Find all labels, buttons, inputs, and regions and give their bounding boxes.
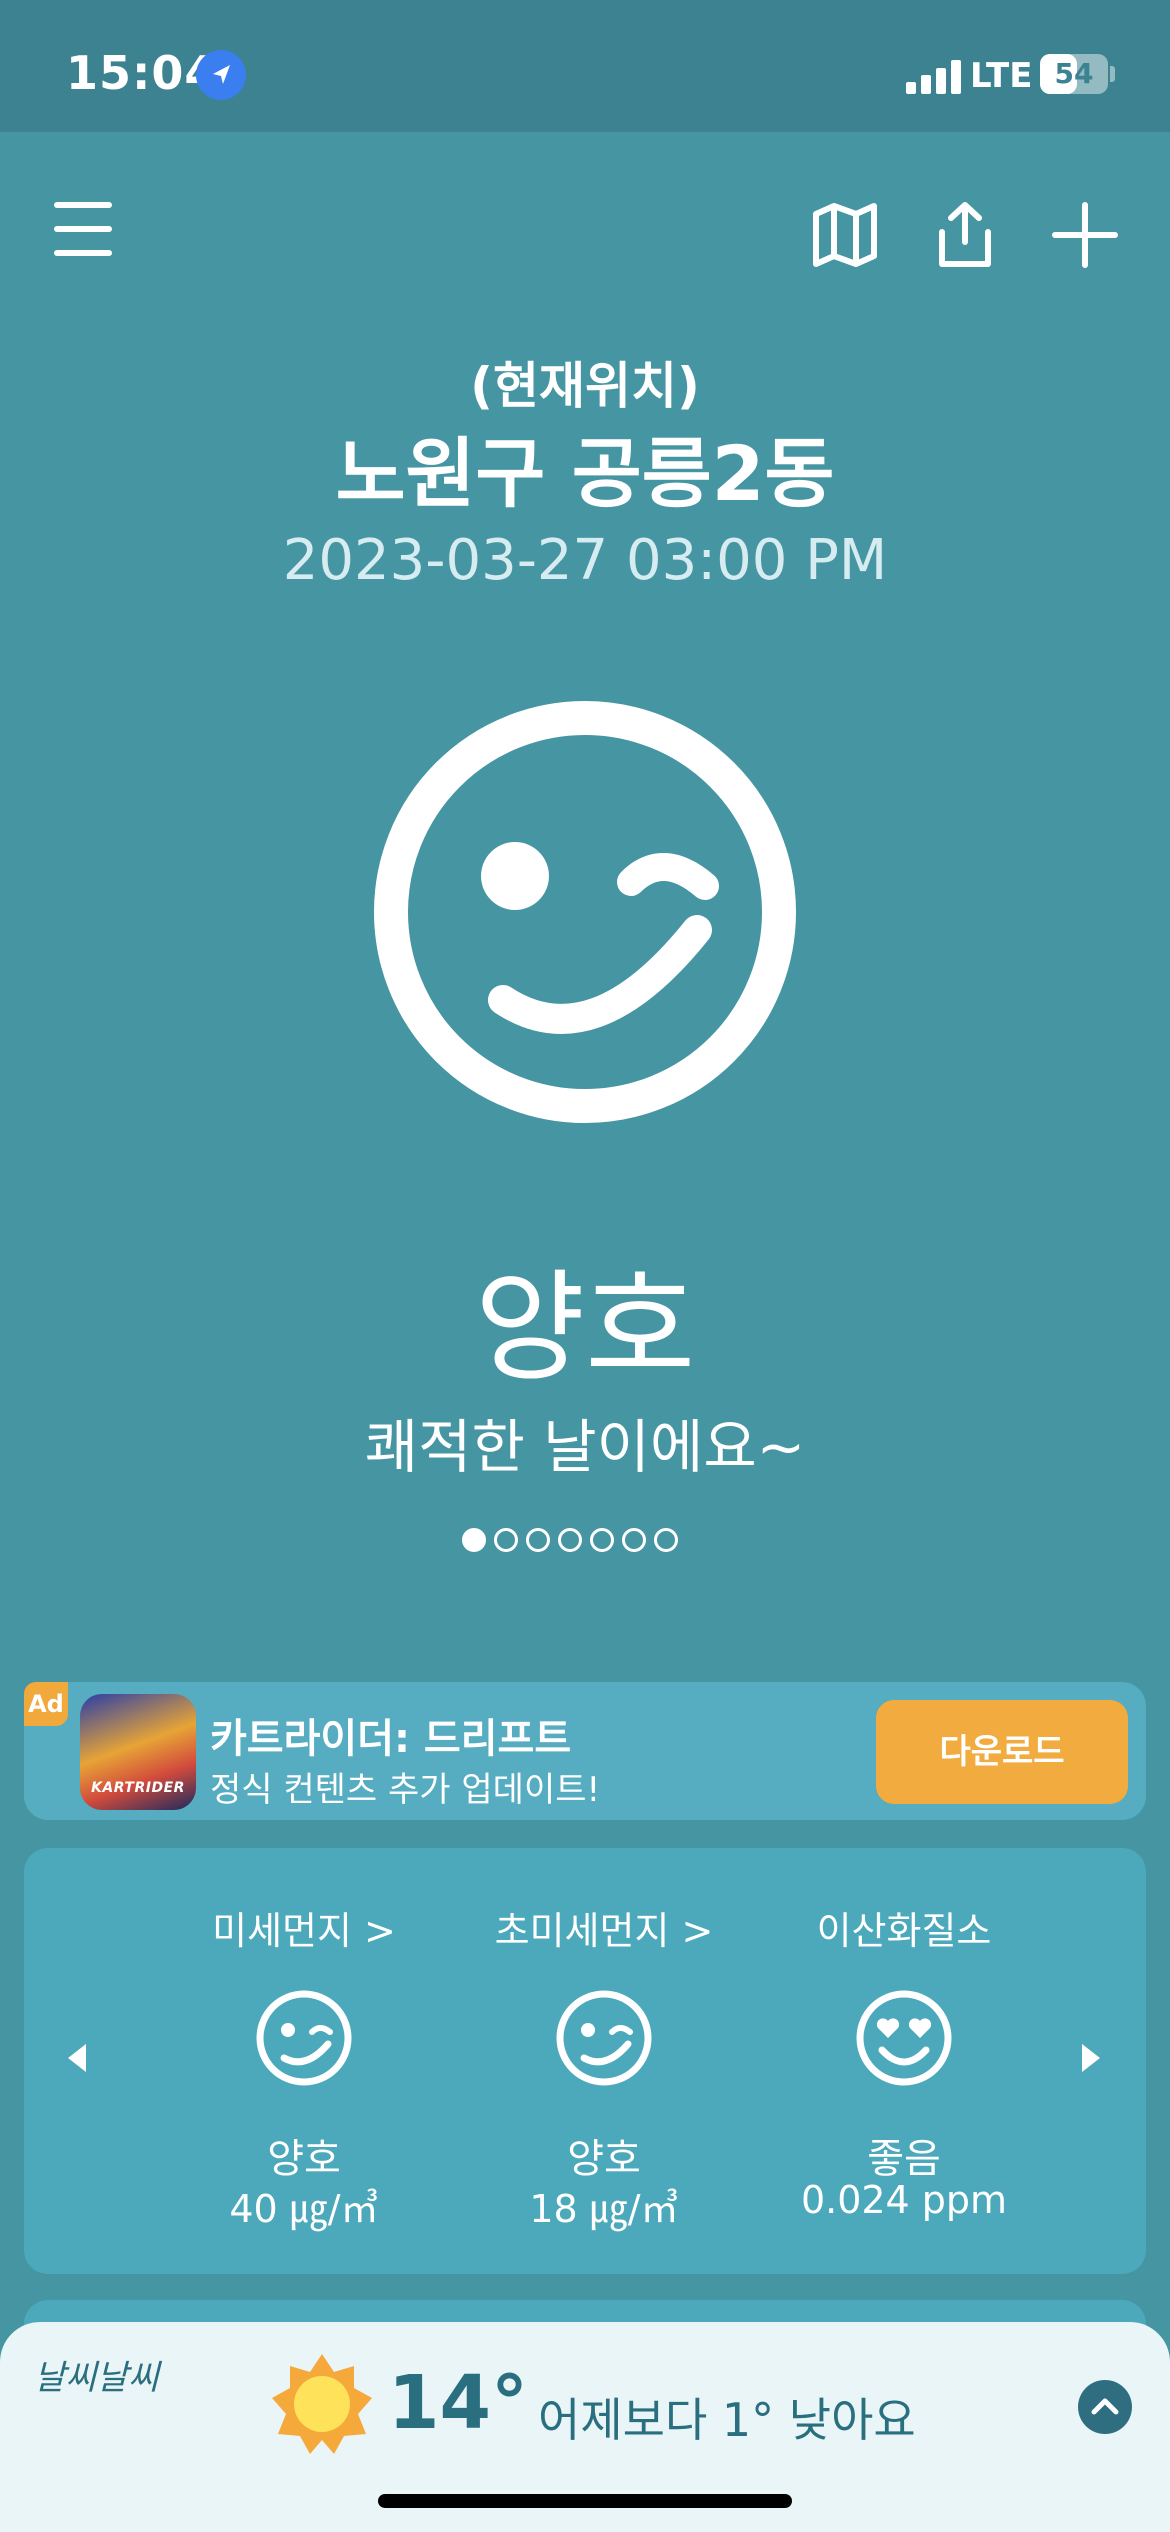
location-arrow-icon [196,50,246,100]
wink-face-icon [256,1990,352,2086]
page-indicator[interactable] [462,1528,678,1558]
cellular-signal-icon [906,60,961,94]
page-dot[interactable] [622,1528,646,1552]
air-quality-card: 미세먼지 > 양호 40 ㎍/㎥ 초미세먼지 > 양호 18 ㎍/㎥ 이산화질소… [24,1848,1146,2274]
ad-badge: Ad [24,1682,68,1726]
ad-thumb-logo: KARTRIDER [91,1780,185,1796]
ad-app-icon: KARTRIDER [80,1694,196,1810]
network-type: LTE [970,56,1033,96]
air-item-value: 0.024 ppm [800,2178,1008,2222]
hamburger-menu-icon[interactable] [50,196,116,262]
map-icon[interactable] [810,200,880,270]
weather-bar[interactable]: 날씨날씨 14° 어제보다 1° 낮아요 [0,2322,1170,2532]
status-bar: 15:04 LTE 54 [0,0,1170,132]
page-dot[interactable] [494,1528,518,1552]
page-dot[interactable] [526,1528,550,1552]
location-label: (현재위치) [470,357,700,415]
status-message: 쾌적한 날이에요~ [364,1413,806,1481]
wink-face-icon [374,701,796,1123]
battery-percent: 54 [1054,57,1094,90]
temperature-comparison: 어제보다 1° 낮아요 [538,2393,916,2447]
measure-datetime: 2023-03-27 03:00 PM [282,528,888,593]
prev-arrow-icon[interactable] [68,2044,86,2072]
page-dot[interactable] [558,1528,582,1552]
ad-banner[interactable]: Ad KARTRIDER 카트라이더: 드리프트 정식 컨텐츠 추가 업데이트!… [24,1682,1146,1820]
overall-grade: 양호 [474,1259,696,1398]
page-dot[interactable] [462,1528,486,1552]
page-dot[interactable] [654,1528,678,1552]
next-arrow-icon[interactable] [1082,2044,1100,2072]
location-name[interactable]: 노원구 공릉2동 [0,412,1170,522]
home-indicator [378,2494,792,2508]
heart-eyes-face-icon [856,1990,952,2086]
wink-face-icon [556,1990,652,2086]
expand-up-icon[interactable] [1078,2380,1132,2434]
ad-subtitle: 정식 컨텐츠 추가 업데이트! [210,1770,601,1810]
battery-nub [1110,66,1115,82]
battery-icon: 54 [1040,54,1108,94]
download-button[interactable]: 다운로드 [876,1700,1128,1804]
air-item-label: 미세먼지 > [212,1909,396,1953]
page-dot[interactable] [590,1528,614,1552]
air-item-value: 18 ㎍/㎥ [529,2187,679,2231]
sun-icon [272,2354,372,2454]
plus-icon[interactable] [1050,200,1120,270]
status-time: 15:04 [66,46,218,100]
air-item-value: 40 ㎍/㎥ [229,2187,379,2231]
air-item-label: 초미세먼지 > [494,1909,714,1953]
air-item-label: 이산화질소 [816,1909,992,1953]
air-item-grade: 좋음 [867,2136,941,2182]
air-item-grade: 양호 [567,2136,641,2182]
share-icon[interactable] [930,200,1000,270]
air-item-grade: 양호 [267,2136,341,2182]
current-temperature: 14° [388,2360,528,2446]
ad-title: 카트라이더: 드리프트 [210,1716,572,1762]
weather-brand: 날씨날씨 [34,2358,160,2398]
